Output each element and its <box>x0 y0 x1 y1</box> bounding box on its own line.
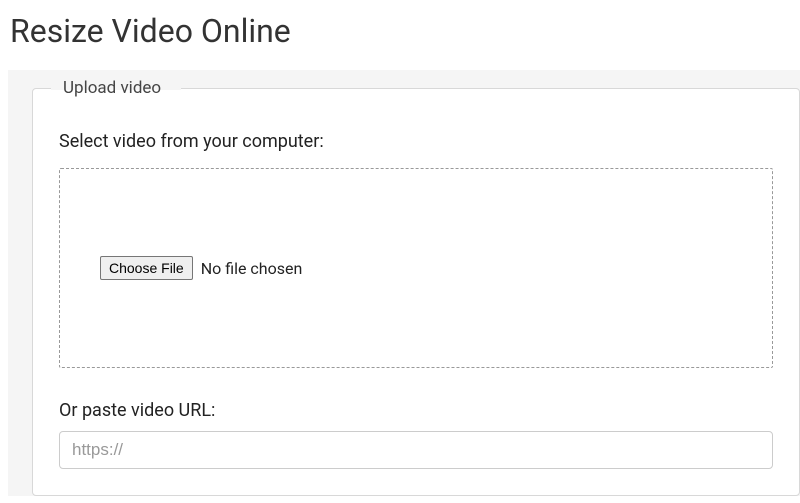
page-title: Resize Video Online <box>0 0 800 70</box>
file-status-text: No file chosen <box>201 259 303 278</box>
url-label: Or paste video URL: <box>59 400 773 421</box>
upload-legend: Upload video <box>57 78 167 98</box>
file-input-wrap: Choose File No file chosen <box>100 256 302 280</box>
main-panel: Upload video Select video from your comp… <box>8 70 800 496</box>
select-video-label: Select video from your computer: <box>59 131 773 152</box>
choose-file-button[interactable]: Choose File <box>100 256 193 280</box>
file-dropzone[interactable]: Choose File No file chosen <box>59 168 773 368</box>
video-url-input[interactable] <box>59 431 773 469</box>
upload-fieldset: Upload video Select video from your comp… <box>32 88 800 496</box>
